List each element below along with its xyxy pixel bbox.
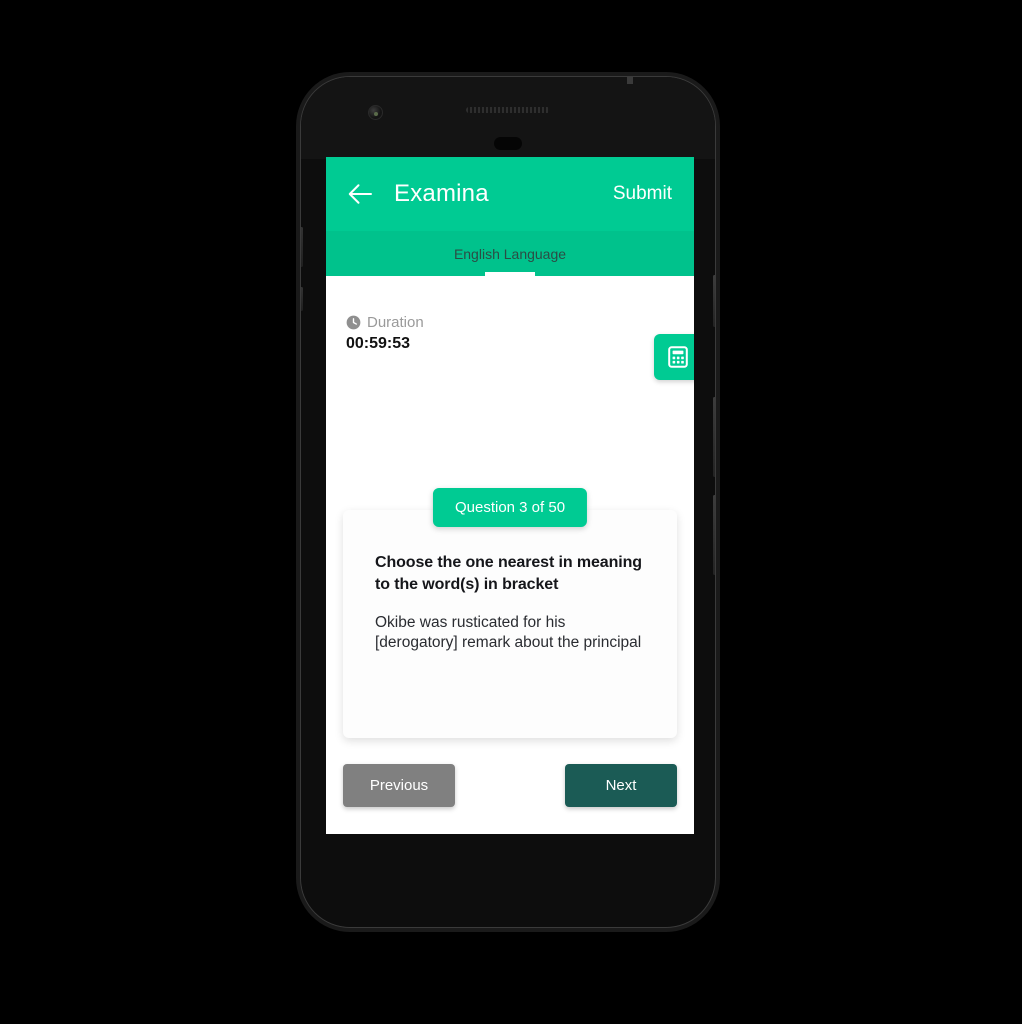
screenshot-stage: Examina Submit English Language Duration… [0, 0, 1022, 1024]
exam-content: Duration 00:59:53 Question 3 of 50 Choos… [326, 276, 694, 834]
volume-down-button[interactable] [713, 495, 715, 575]
question-text: Okibe was rusticated for his [derogatory… [375, 614, 642, 652]
power-button[interactable] [713, 275, 715, 327]
duration-row: Duration [346, 314, 424, 331]
next-button[interactable]: Next [565, 764, 677, 807]
tab-english-language[interactable]: English Language [454, 246, 566, 262]
proximity-sensor-icon [494, 137, 522, 150]
question-instruction: Choose the one nearest in meaning to the… [375, 554, 642, 593]
volume-up-button[interactable] [713, 397, 715, 477]
calculator-button[interactable] [654, 334, 694, 380]
page-title: Examina [394, 180, 489, 207]
question-navigation: Previous Next [343, 764, 677, 807]
tab-bar: English Language [326, 231, 694, 276]
left-side-button-upper[interactable] [301, 227, 303, 267]
previous-button[interactable]: Previous [343, 764, 455, 807]
earpiece-speaker-icon [466, 107, 550, 113]
app-bar: Examina Submit [326, 157, 694, 231]
back-arrow-icon[interactable] [346, 179, 376, 209]
clock-icon [346, 315, 361, 330]
phone-top-bezel [301, 77, 715, 159]
calculator-icon [668, 346, 688, 368]
left-side-button-lower[interactable] [301, 287, 303, 311]
duration-value: 00:59:53 [346, 335, 411, 352]
question-card: Choose the one nearest in meaning to the… [343, 510, 677, 738]
phone-screen: Examina Submit English Language Duration… [326, 157, 694, 834]
antenna-nub [627, 77, 633, 84]
question-counter-badge: Question 3 of 50 [432, 488, 588, 527]
submit-button[interactable]: Submit [613, 183, 674, 205]
duration-label: Duration [367, 314, 424, 331]
duration-block: Duration 00:59:53 [346, 314, 424, 353]
front-camera-icon [368, 105, 383, 120]
